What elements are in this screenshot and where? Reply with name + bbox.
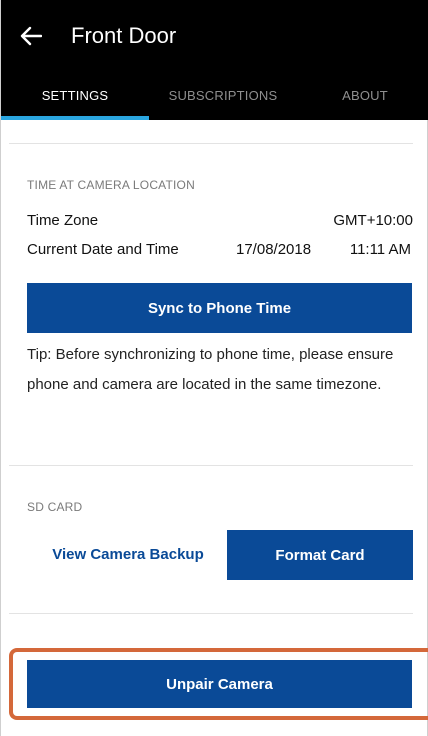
- tab-about[interactable]: ABOUT: [301, 70, 428, 120]
- app-header: Front Door SETTINGS SUBSCRIPTIONS ABOUT: [1, 0, 428, 120]
- camera-settings-screen: Front Door SETTINGS SUBSCRIPTIONS ABOUT …: [0, 0, 428, 736]
- arrow-left-icon: [20, 26, 42, 46]
- page-title: Front Door: [71, 23, 177, 48]
- view-camera-backup-link[interactable]: View Camera Backup: [37, 530, 219, 578]
- date-value: 17/08/2018: [236, 241, 312, 258]
- time-zone-label: Time Zone: [27, 212, 99, 229]
- sync-tip-text: Tip: Before synchronizing to phone time,…: [27, 346, 394, 393]
- active-tab-indicator: [1, 116, 149, 120]
- tab-bar: SETTINGS SUBSCRIPTIONS ABOUT: [1, 70, 428, 120]
- time-value: 11:11 AM: [349, 241, 411, 258]
- divider: [9, 143, 413, 144]
- section-label-time: TIME AT CAMERA LOCATION: [27, 178, 195, 192]
- section-label-sd-card: SD CARD: [27, 500, 83, 514]
- datetime-label: Current Date and Time: [27, 241, 179, 258]
- format-card-button[interactable]: Format Card: [227, 530, 413, 580]
- tab-settings[interactable]: SETTINGS: [1, 70, 149, 120]
- sync-to-phone-time-button[interactable]: Sync to Phone Time: [27, 283, 412, 333]
- time-zone-value: GMT+10:00: [333, 212, 413, 229]
- tab-subscriptions[interactable]: SUBSCRIPTIONS: [149, 70, 297, 120]
- divider: [9, 465, 413, 466]
- back-button[interactable]: [15, 20, 47, 52]
- divider: [9, 613, 413, 614]
- unpair-camera-button[interactable]: Unpair Camera: [27, 660, 412, 708]
